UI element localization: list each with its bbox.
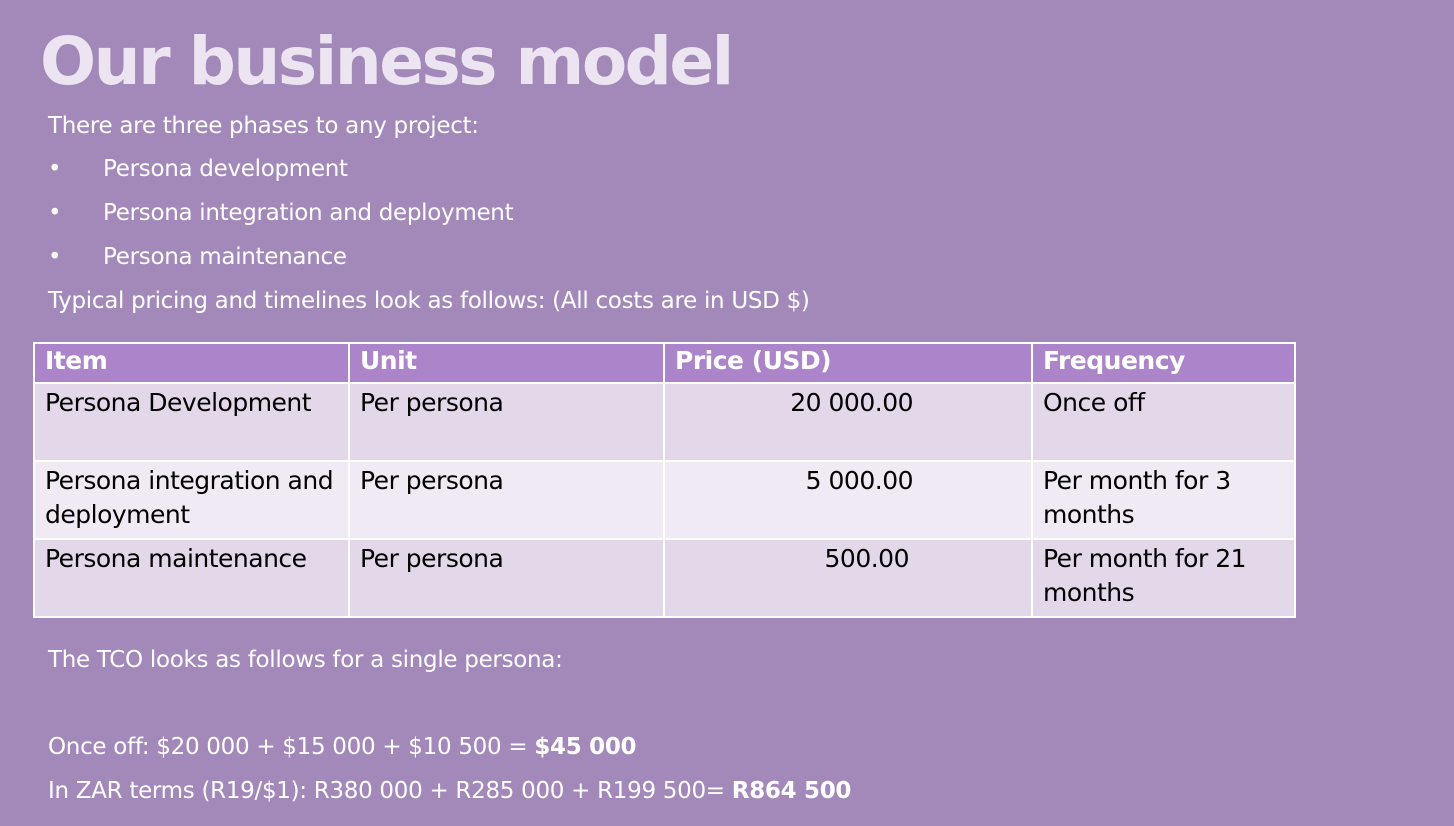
tco-zar-breakdown: In ZAR terms (R19/$1): R380 000 + R285 0… (48, 778, 732, 804)
slide-title: Our business model (40, 23, 734, 100)
header-item: Item (33, 342, 350, 384)
cell-item: Persona Development (33, 382, 350, 462)
bullet-icon: • (48, 200, 62, 226)
cell-frequency: Per month for 3 months (1031, 460, 1296, 540)
bullet-icon: • (48, 244, 62, 270)
pricing-table: Item Unit Price (USD) Frequency Persona … (33, 342, 1296, 618)
cell-unit: Per persona (348, 538, 665, 618)
tco-usd-total: $45 000 (534, 734, 637, 760)
intro-text: There are three phases to any project: (48, 113, 479, 139)
bullet-icon: • (48, 156, 62, 182)
phase-item: Persona maintenance (103, 244, 347, 270)
tco-zar-line: In ZAR terms (R19/$1): R380 000 + R285 0… (48, 776, 851, 806)
phase-item: Persona integration and deployment (103, 200, 514, 226)
table-row: Persona maintenance Per persona 500.00 P… (33, 538, 1296, 618)
table-row: Persona Development Per persona 20 000.0… (33, 382, 1296, 462)
cell-price: 5 000.00 (663, 460, 1033, 540)
tco-usd-breakdown: Once off: $20 000 + $15 000 + $10 500 = (48, 734, 535, 760)
cell-price: 500.00 (663, 538, 1033, 618)
cell-item: Persona integration and deployment (33, 460, 350, 540)
header-frequency: Frequency (1031, 342, 1296, 384)
cell-unit: Per persona (348, 382, 665, 462)
tco-zar-total: R864 500 (731, 778, 852, 804)
header-price: Price (USD) (663, 342, 1033, 384)
tco-usd-line: Once off: $20 000 + $15 000 + $10 500 = … (48, 732, 637, 762)
table-row: Persona integration and deployment Per p… (33, 460, 1296, 540)
cell-item: Persona maintenance (33, 538, 350, 618)
cell-frequency: Per month for 21 months (1031, 538, 1296, 618)
table-header-row: Item Unit Price (USD) Frequency (33, 342, 1296, 384)
header-unit: Unit (348, 342, 665, 384)
cell-unit: Per persona (348, 460, 665, 540)
cell-frequency: Once off (1031, 382, 1296, 462)
phase-item: Persona development (103, 156, 348, 182)
cell-price: 20 000.00 (663, 382, 1033, 462)
pricing-intro-text: Typical pricing and timelines look as fo… (48, 288, 810, 314)
tco-intro-text: The TCO looks as follows for a single pe… (48, 647, 563, 673)
